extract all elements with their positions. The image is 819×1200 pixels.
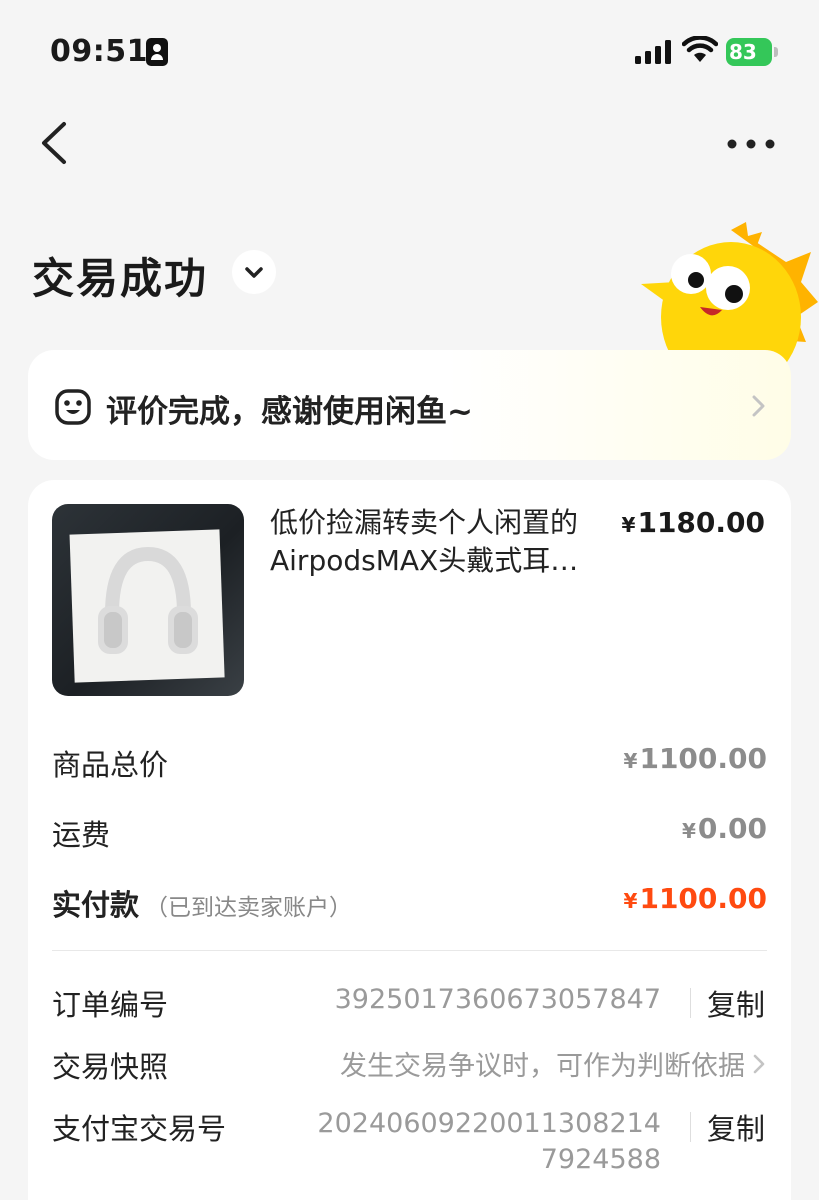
- alipay-number-value: 20240609220011308214 7924588: [317, 1108, 661, 1175]
- face-icon: [55, 389, 91, 425]
- battery-level: 83: [729, 40, 757, 64]
- order-number-label: 订单编号: [52, 988, 169, 1022]
- shipping-row: 运费 ¥0.00: [52, 812, 767, 856]
- wifi-icon: [682, 36, 718, 62]
- goods-total-row: 商品总价 ¥1100.00: [52, 742, 767, 786]
- product-price: ¥1180.00: [621, 506, 765, 539]
- order-number-row: 订单编号 3925017360673057847 复制: [52, 982, 767, 1026]
- shipping-value: ¥0.00: [681, 812, 767, 845]
- battery-indicator: 83: [726, 38, 778, 66]
- back-chevron-icon[interactable]: [34, 118, 74, 168]
- paid-row: 实付款 （已到达卖家账户） ¥1100.00: [52, 882, 767, 926]
- chevron-right-icon: [753, 1054, 765, 1074]
- divider: [52, 950, 767, 951]
- goods-total-label: 商品总价: [52, 748, 169, 782]
- review-banner[interactable]: 评价完成，感谢使用闲鱼~: [28, 350, 791, 460]
- snapshot-value: 发生交易争议时，可作为判断依据: [340, 1051, 745, 1082]
- order-number-value: 3925017360673057847: [334, 984, 661, 1015]
- copy-alipay-number-button[interactable]: 复制: [707, 1106, 765, 1148]
- order-detail-page: 09:51 83 交易成功 评价完成，感谢使用闲鱼~ 低价捡漏转卖个人闲置的 A…: [0, 0, 819, 1200]
- copy-order-number-button[interactable]: 复制: [707, 982, 765, 1024]
- order-card: 低价捡漏转卖个人闲置的 AirpodsMAX头戴式耳… ¥1180.00 商品总…: [28, 480, 791, 1200]
- review-message: 评价完成，感谢使用闲鱼~: [106, 394, 473, 430]
- paid-note: （已到达卖家账户）: [145, 895, 353, 921]
- snapshot-row[interactable]: 交易快照 发生交易争议时，可作为判断依据: [52, 1044, 767, 1088]
- product-image[interactable]: [52, 504, 244, 696]
- alipay-number-row: 支付宝交易号 20240609220011308214 7924588 复制: [52, 1106, 767, 1186]
- fish-mascot-icon: [641, 222, 818, 362]
- order-status-title: 交易成功: [32, 254, 209, 303]
- chevron-right-icon: [752, 395, 765, 417]
- product-title[interactable]: 低价捡漏转卖个人闲置的 AirpodsMAX头戴式耳…: [270, 504, 625, 580]
- headphones-box-image: [69, 529, 225, 683]
- chevron-down-icon: [245, 267, 263, 278]
- goods-total-value: ¥1100.00: [623, 742, 767, 775]
- status-dropdown-button[interactable]: [232, 250, 276, 294]
- signal-icon: [635, 40, 671, 64]
- more-dots-icon[interactable]: [726, 132, 776, 156]
- status-time: 09:51: [50, 34, 148, 69]
- shipping-label: 运费: [52, 818, 111, 852]
- alipay-number-label: 支付宝交易号: [52, 1112, 227, 1146]
- paid-label: 实付款 （已到达卖家账户）: [52, 888, 353, 922]
- snapshot-label: 交易快照: [52, 1050, 169, 1084]
- paid-value: ¥1100.00: [623, 882, 767, 915]
- contact-card-icon: [146, 38, 168, 66]
- status-bar: 09:51 83: [0, 0, 819, 100]
